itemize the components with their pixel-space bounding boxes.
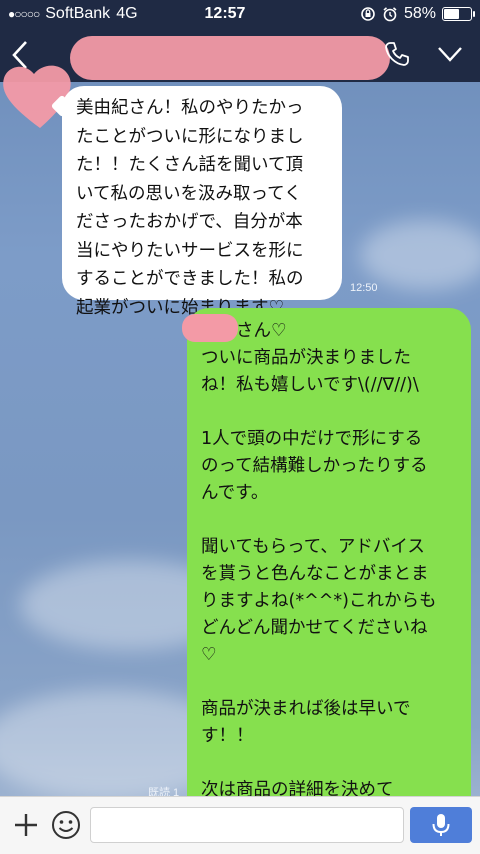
alarm-icon [383,7,397,22]
sky-cloud [360,220,480,290]
network-type: 4G [116,5,138,22]
microphone-icon [432,814,450,836]
message-paragraph: 1人で頭の中だけで形にする のって結構難しかったりする んです。 [201,429,428,503]
outgoing-message-bubble: さん♡ ついに商品が決まりました ね！私も嬉しいです\(//∇//)\ 1人で頭… [187,308,471,818]
status-bar: ●○○○○ SoftBank 4G 12:57 58% [0,0,480,28]
clock: 12:57 [204,5,246,22]
signal-dots-icon: ●○○○○ [8,7,40,21]
message-timestamp: 12:50 [350,282,378,294]
phone-icon[interactable] [383,40,411,68]
message-line: することができました！私の [76,269,304,289]
voice-button[interactable] [410,807,472,843]
battery-icon [442,7,475,21]
name-redaction [182,314,238,342]
message-line: たことがついに形になりまし [76,126,304,147]
message-line: 当にやりたいサービスを形に [76,240,304,261]
plus-icon[interactable] [12,811,40,839]
message-paragraph: さん♡ ついに商品が決まりました ね！私も嬉しいです\(//∇//)\ [201,321,419,395]
carrier-name: SoftBank [45,5,111,22]
message-line: ださったおかげで、自分が本 [76,212,303,232]
message-paragraph: 商品が決まれば後は早いで す！！ [201,699,411,746]
battery-percent: 58% [403,5,436,22]
message-line: 美由紀さん！私のやりたかっ [76,98,304,118]
message-line: た！！たくさん話を聞いて頂 [76,155,303,175]
message-input[interactable] [90,807,404,843]
message-paragraph: 聞いてもらって、アドバイス を貰うと色んなことがまとま りますよね(*^^*)こ… [201,537,437,665]
incoming-message-bubble: 美由紀さん！私のやりたかっ たことがついに形になりまし た！！たくさん話を聞いて… [62,86,342,318]
smiley-icon[interactable] [50,809,82,841]
message-line: いて私の思いを汲み取ってく [76,183,302,204]
chevron-down-icon[interactable] [436,42,464,66]
orientation-lock-icon [361,7,375,21]
message-composer [0,796,480,854]
contact-name-redaction [70,36,390,80]
